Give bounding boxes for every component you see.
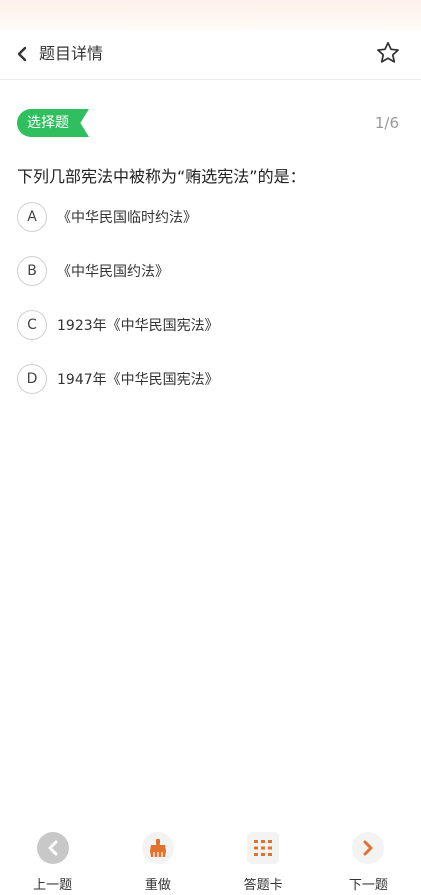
next-question-label: 下一题: [348, 878, 388, 893]
bottom-nav: 上一题 重做 答题卡 下一题: [0, 826, 421, 895]
option-b[interactable]: B 《中华民国约法》: [17, 256, 407, 286]
option-text: 1923年《中华民国宪法》: [57, 318, 219, 334]
redo-button[interactable]: 重做: [105, 826, 210, 895]
prev-question-label: 上一题: [33, 878, 73, 893]
option-letter: A: [17, 202, 47, 232]
question-text: 下列几部宪法中被称为“贿选宪法”的是：: [17, 167, 306, 186]
answer-card-button[interactable]: 答题卡: [211, 826, 316, 895]
chevron-right-circle-icon: [352, 832, 385, 864]
option-text: 《中华民国约法》: [57, 264, 169, 280]
answer-card-label: 答题卡: [243, 878, 283, 893]
option-text: 1947年《中华民国宪法》: [57, 372, 219, 388]
option-c[interactable]: C 1923年《中华民国宪法》: [17, 310, 407, 340]
chevron-left-icon: [17, 46, 27, 62]
option-letter: C: [17, 310, 47, 340]
next-question-button[interactable]: 下一题: [316, 826, 421, 895]
chevron-left-circle-icon: [36, 832, 69, 864]
option-a[interactable]: A 《中华民国临时约法》: [17, 202, 407, 232]
option-letter: D: [17, 364, 47, 394]
option-d[interactable]: D 1947年《中华民国宪法》: [17, 364, 407, 394]
option-text: 《中华民国临时约法》: [57, 210, 197, 226]
broom-icon: [141, 832, 174, 864]
options-list: A 《中华民国临时约法》 B 《中华民国约法》 C 1923年《中华民国宪法》 …: [17, 202, 407, 418]
star-outline-icon: [377, 41, 399, 63]
redo-label: 重做: [144, 878, 171, 893]
option-letter: B: [17, 256, 47, 286]
back-button[interactable]: [12, 42, 32, 66]
favorite-button[interactable]: [375, 40, 401, 66]
question-progress: 1/6: [374, 114, 399, 132]
header-bar: 题目详情: [0, 30, 421, 80]
question-type-badge: 选择题: [17, 109, 89, 137]
status-bar-area: [0, 0, 421, 30]
grid-icon: [247, 832, 280, 864]
page-title: 题目详情: [39, 44, 104, 63]
prev-question-button[interactable]: 上一题: [0, 826, 105, 895]
